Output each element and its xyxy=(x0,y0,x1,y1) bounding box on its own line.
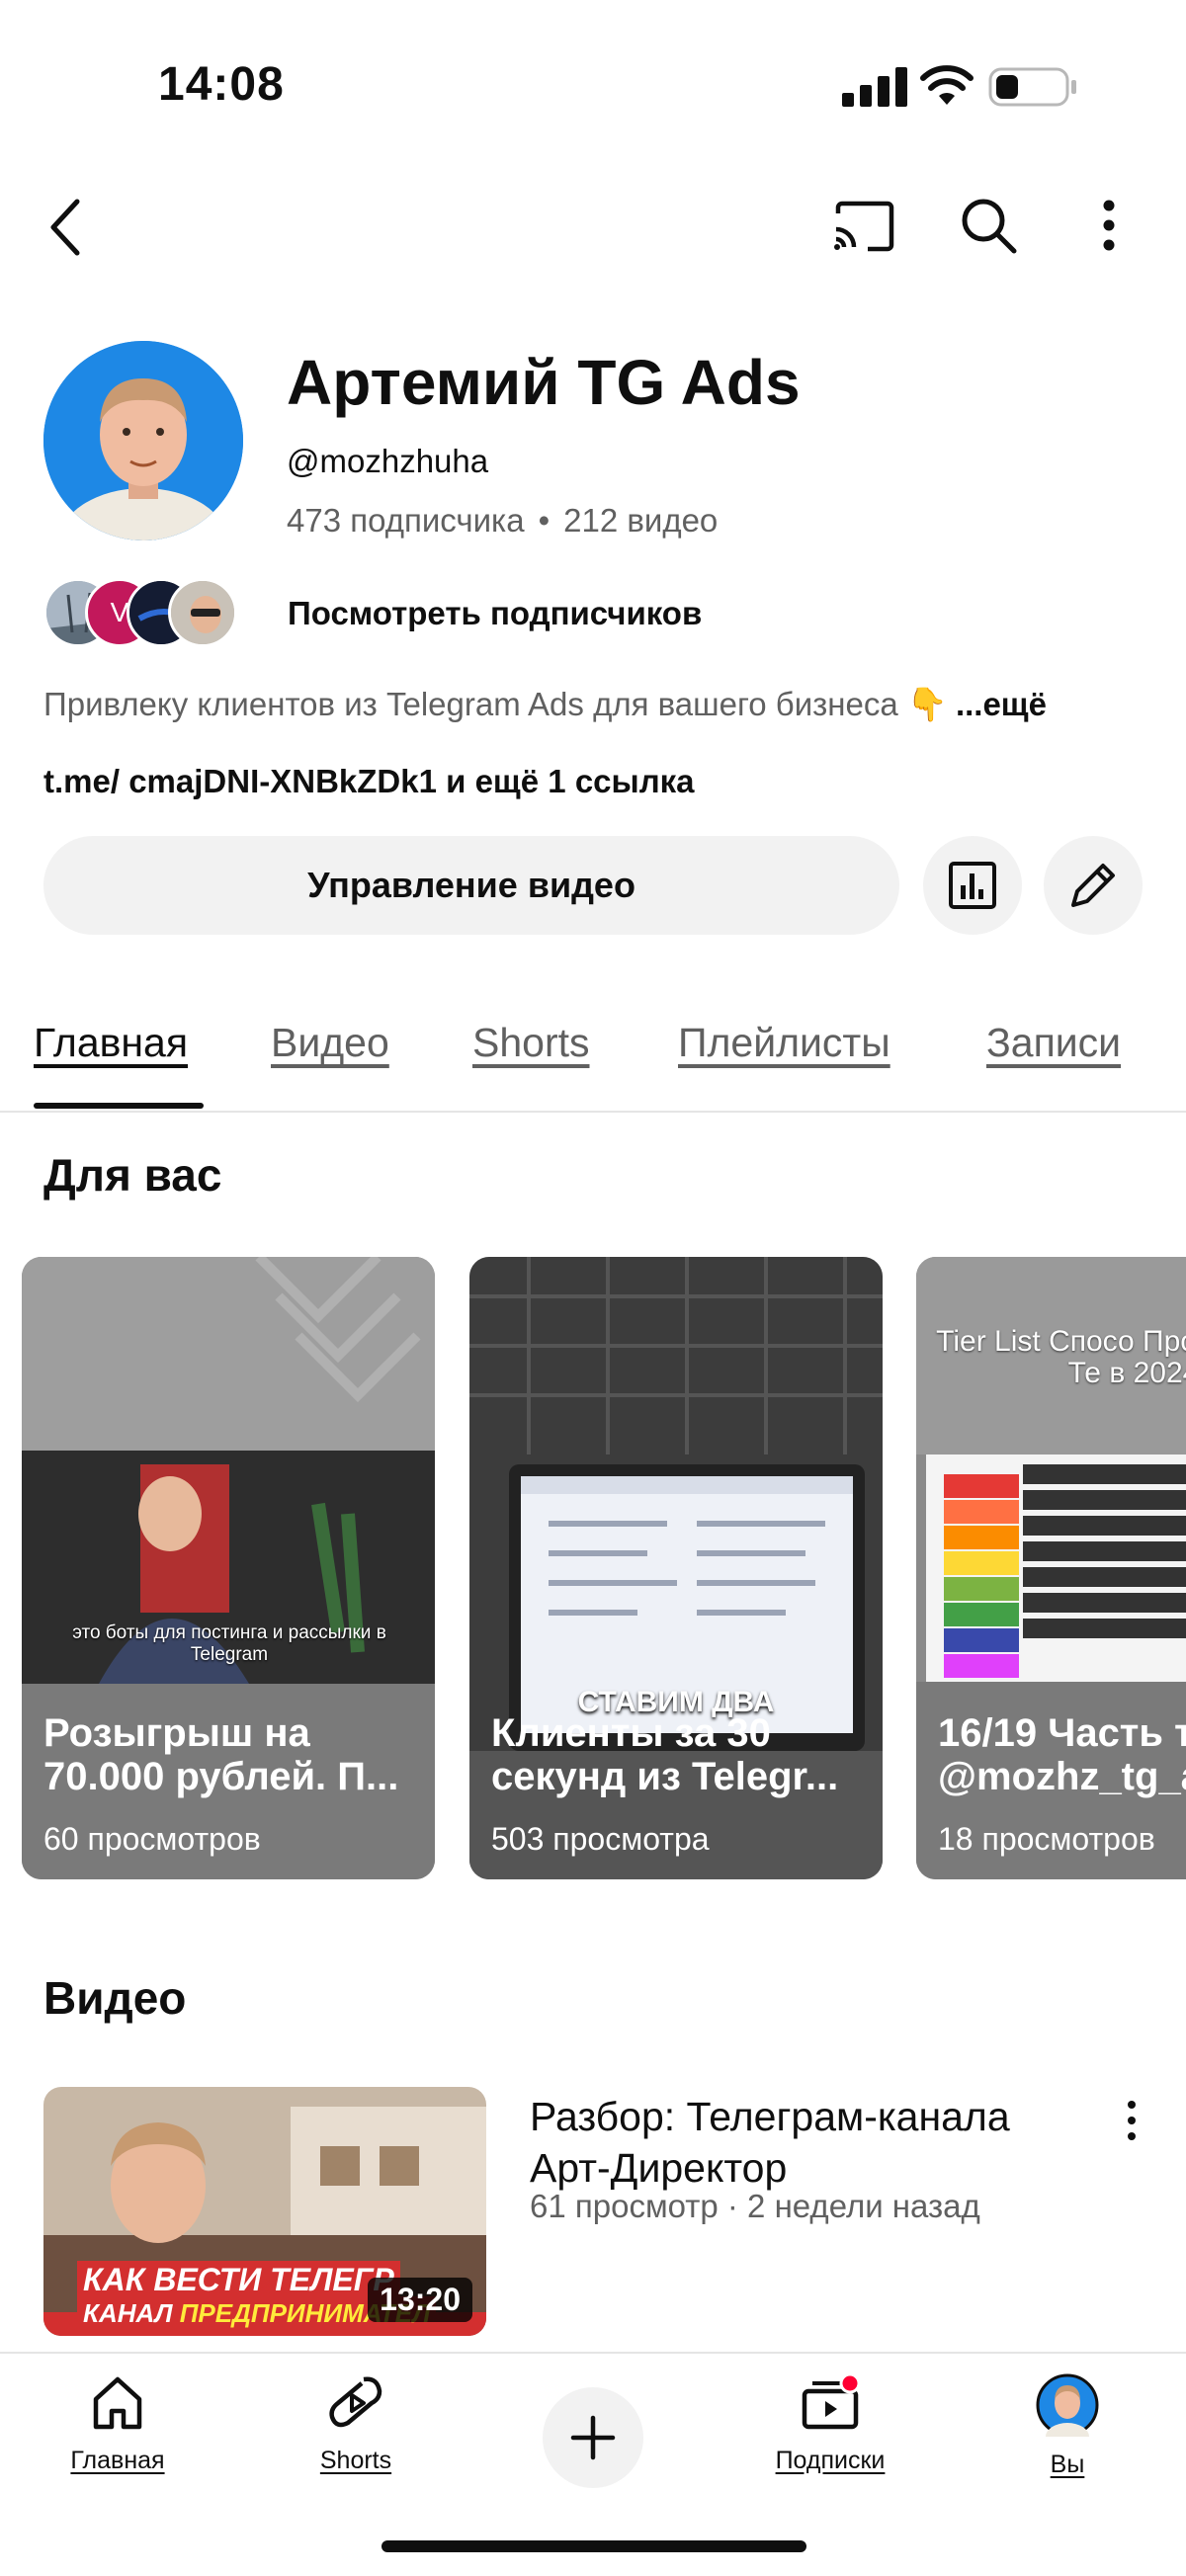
vertical-dots-icon xyxy=(1128,2101,1136,2140)
short-card[interactable]: это боты для постинга и рассылки в Teleg… xyxy=(22,1257,435,1879)
pencil-icon xyxy=(1071,864,1115,907)
short-views: 60 просмотров xyxy=(43,1821,261,1857)
view-subscribers-label: Посмотреть подписчиков xyxy=(288,595,703,631)
more-options-button[interactable] xyxy=(1079,192,1139,259)
channel-stats: 473 подписчика • 212 видео xyxy=(287,502,718,540)
nav-subscriptions[interactable]: Подписки xyxy=(741,2373,919,2502)
nav-you[interactable]: Вы xyxy=(978,2373,1156,2502)
search-icon xyxy=(962,199,1017,254)
nav-subscriptions-label: Подписки xyxy=(775,2447,886,2474)
nav-home-label: Главная xyxy=(70,2447,165,2474)
thumbnail-text-channel: КАНАЛ xyxy=(83,2298,173,2328)
wifi-icon xyxy=(920,65,974,105)
short-title: 16/19 Часть т @mozhz_tg_a xyxy=(938,1711,1186,1798)
channel-links[interactable]: t.me/ cmajDNI-XNBkZDk1 и ещё 1 ссылка xyxy=(43,763,695,800)
channel-name: Артемий TG Ads xyxy=(287,347,801,418)
video-meta: 61 просмотр · 2 недели назад xyxy=(530,2188,980,2224)
back-button[interactable] xyxy=(40,188,91,267)
subscriber-count: 473 подписчика xyxy=(287,502,525,539)
search-button[interactable] xyxy=(955,192,1022,259)
channel-handle: @mozhzhuha xyxy=(287,443,489,479)
videos-section-title: Видео xyxy=(43,1972,187,2024)
tab-videos[interactable]: Видео xyxy=(271,1020,389,1066)
description-text: Привлеку клиентов из Telegram Ads для ва… xyxy=(43,686,948,722)
short-views: 18 просмотров xyxy=(938,1821,1155,1857)
short-card[interactable]: Tier List Спосо Продвижения Те в 2024 16… xyxy=(916,1257,1186,1879)
back-arrow-icon xyxy=(50,199,80,256)
description-more-link[interactable]: ...ещё xyxy=(956,686,1047,722)
view-subscribers-row[interactable]: V Посмотреть подписчиков xyxy=(43,578,1131,649)
tab-playlists[interactable]: Плейлисты xyxy=(678,1020,890,1066)
short-title: Розыгрыш на 70.000 рублей. П... xyxy=(43,1711,399,1798)
stats-separator: • xyxy=(538,502,551,539)
edit-channel-button[interactable] xyxy=(1044,836,1143,935)
shorts-icon xyxy=(329,2376,382,2428)
cast-icon xyxy=(834,201,894,252)
video-more-button[interactable] xyxy=(1117,2097,1146,2146)
subscriptions-icon xyxy=(802,2373,861,2430)
short-caption: это боты для постинга и рассылки в Teleg… xyxy=(72,1622,386,1665)
video-title[interactable]: Разбор: Телеграм-канала Арт-Директор xyxy=(530,2091,1044,2194)
video-duration: 13:20 xyxy=(368,2278,472,2322)
top-app-bar xyxy=(0,188,1186,267)
short-title: Клиенты за 30 секунд из Telegr... xyxy=(491,1711,839,1798)
cast-button[interactable] xyxy=(830,194,897,261)
battery-icon xyxy=(988,67,1076,107)
status-bar: 14:08 xyxy=(0,0,1186,158)
account-avatar-icon xyxy=(1036,2373,1099,2437)
cellular-signal-icon xyxy=(842,67,907,107)
create-button[interactable] xyxy=(543,2387,643,2488)
tab-shorts[interactable]: Shorts xyxy=(472,1020,590,1066)
for-you-title: Для вас xyxy=(43,1149,222,1201)
nav-shorts-label: Shorts xyxy=(319,2447,392,2474)
channel-tabs: Главная Видео Shorts Плейлисты Записи xyxy=(0,998,1186,1113)
video-count: 212 видео xyxy=(563,502,719,539)
channel-description[interactable]: Привлеку клиентов из Telegram Ads для ва… xyxy=(43,686,1047,724)
channel-avatar[interactable] xyxy=(43,341,243,540)
tab-posts[interactable]: Записи xyxy=(986,1020,1121,1066)
channel-avatar-image xyxy=(43,341,243,540)
thumbnail-text-line-1: КАК ВЕСТИ ТЕЛЕГР xyxy=(77,2261,400,2298)
video-thumbnail[interactable]: КАК ВЕСТИ ТЕЛЕГР КАНАЛ ПРЕДПРИНИМАТЕЛ 13… xyxy=(43,2087,486,2336)
short-views: 503 просмотра xyxy=(491,1821,710,1857)
manage-videos-button[interactable]: Управление видео xyxy=(43,836,899,935)
analytics-button[interactable] xyxy=(923,836,1022,935)
bar-chart-icon xyxy=(949,862,996,909)
nav-you-label: Вы xyxy=(1050,2451,1085,2478)
short-caption: Tier List Спосо Продвижения Те в 2024 xyxy=(936,1325,1186,1389)
vertical-dots-icon xyxy=(1103,200,1115,251)
for-you-shelf: это боты для постинга и рассылки в Teleg… xyxy=(0,1257,1186,1879)
tab-home[interactable]: Главная xyxy=(34,1020,188,1066)
nav-shorts[interactable]: Shorts xyxy=(267,2373,445,2502)
video-list-item[interactable]: КАК ВЕСТИ ТЕЛЕГР КАНАЛ ПРЕДПРИНИМАТЕЛ 13… xyxy=(43,2087,1150,2336)
home-indicator xyxy=(381,2540,806,2552)
plus-icon xyxy=(570,2415,616,2460)
nav-home[interactable]: Главная xyxy=(29,2373,207,2502)
short-card[interactable]: СТАВИМ ДВА Клиенты за 30 секунд из Teleg… xyxy=(469,1257,883,1879)
status-time: 14:08 xyxy=(158,58,285,111)
home-icon xyxy=(93,2376,142,2430)
active-tab-indicator xyxy=(34,1103,204,1109)
subscriber-avatar xyxy=(168,578,237,647)
